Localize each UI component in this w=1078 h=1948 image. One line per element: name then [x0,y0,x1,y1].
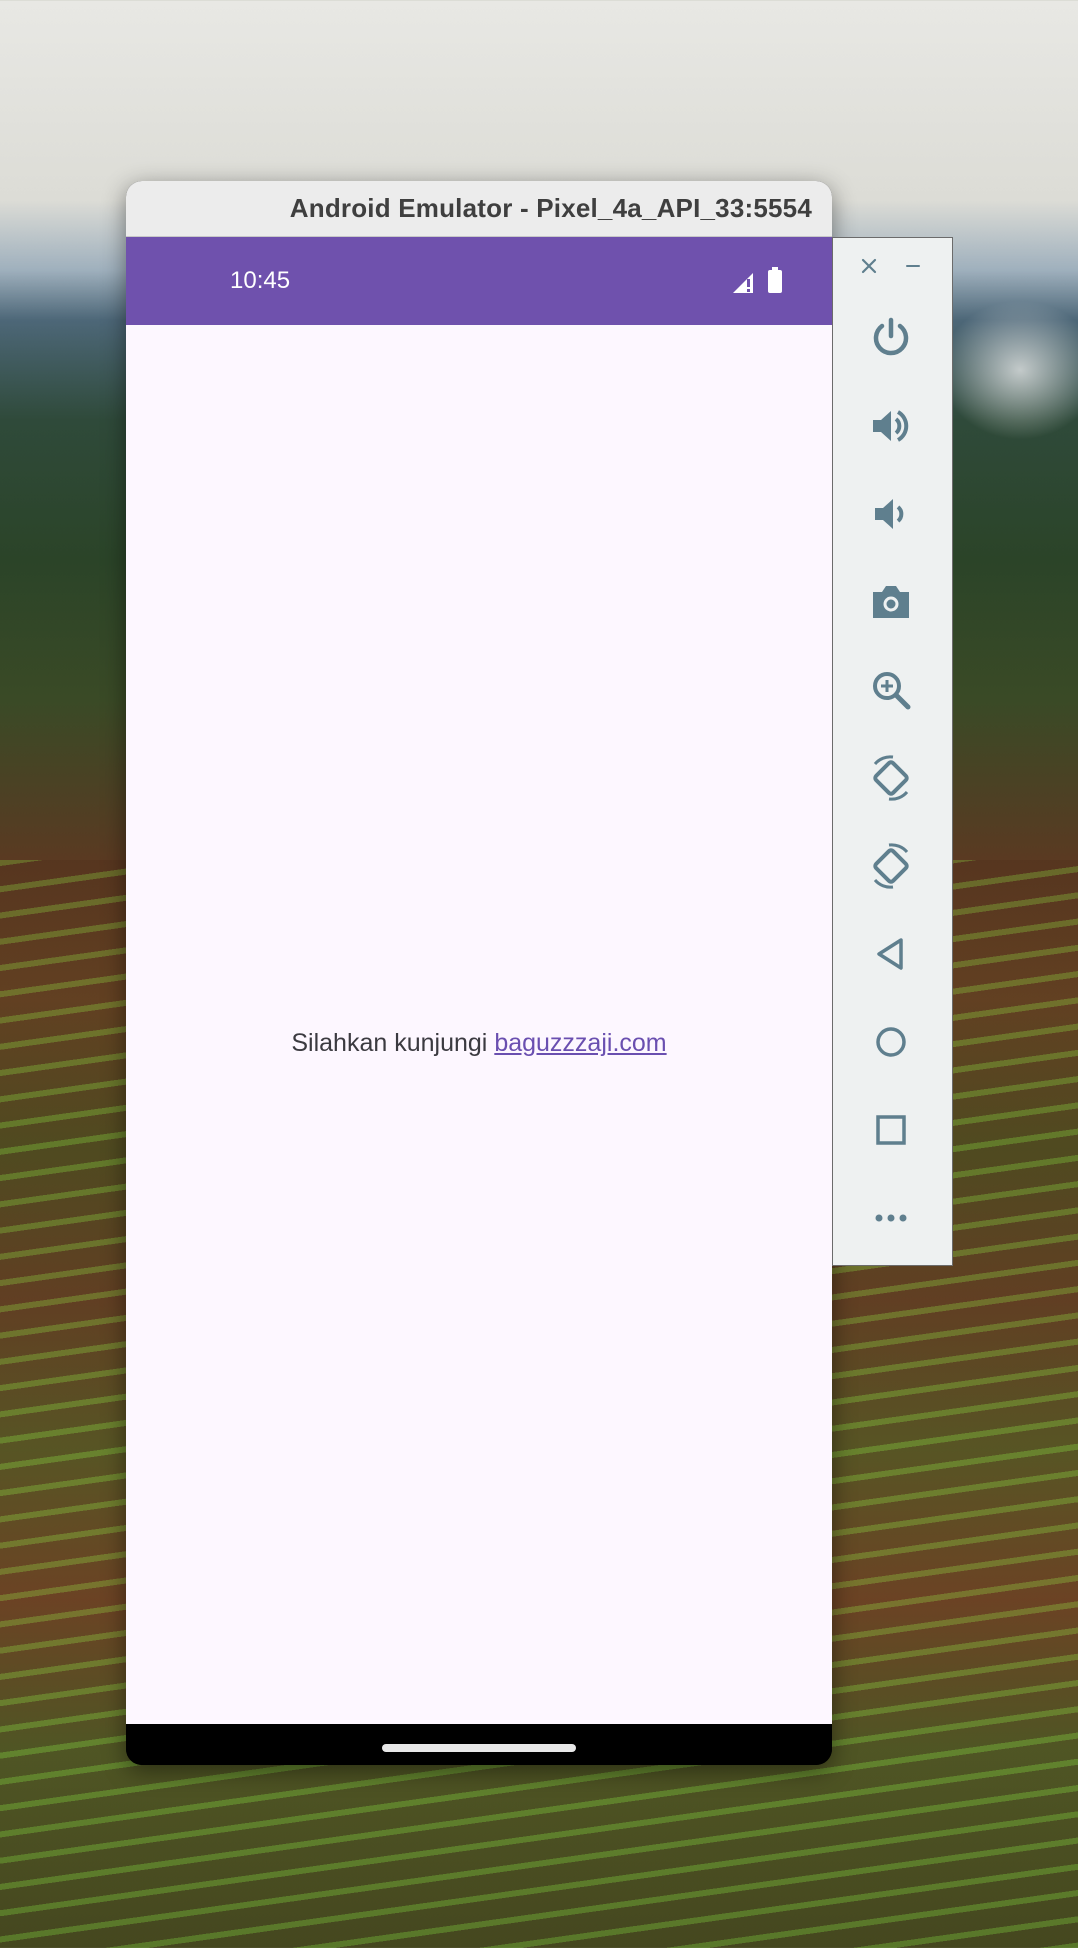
volume-down-icon [875,499,904,529]
more-icon [875,1214,907,1222]
overview-button[interactable] [859,1098,923,1162]
signal-icon [733,273,753,293]
home-gesture-handle[interactable] [382,1744,576,1752]
minimize-icon[interactable] [899,252,927,280]
gesture-nav-bar [126,1724,832,1765]
power-icon [873,317,909,356]
rotate-right-icon [873,843,909,889]
power-button[interactable] [859,306,923,370]
zoom-button[interactable] [859,658,923,722]
back-button[interactable] [859,922,923,986]
rotate-right-button[interactable] [859,834,923,898]
camera-icon [873,586,909,618]
battery-icon [768,267,782,293]
emulator-toolbar [832,237,953,1266]
volume-up-button[interactable] [859,394,923,458]
welcome-message: Silahkan kunjungi baguzzzaji.com [126,1027,832,1059]
desktop-wallpaper-cloud [940,300,1078,440]
back-icon [877,938,903,970]
volume-up-icon [873,410,909,442]
emulator-window: Android Emulator - Pixel_4a_API_33:5554 … [126,181,832,1765]
website-link[interactable]: baguzzzaji.com [494,1029,666,1057]
home-icon [876,1027,906,1057]
message-prefix: Silahkan kunjungi [291,1029,488,1057]
window-title: Android Emulator - Pixel_4a_API_33:5554 [289,193,812,223]
zoom-icon [873,672,911,710]
status-time: 10:45 [230,267,291,294]
rotate-left-button[interactable] [859,746,923,810]
home-button[interactable] [859,1010,923,1074]
rotate-left-icon [873,755,909,801]
android-status-bar: 10:45 [126,237,832,325]
close-icon[interactable] [855,252,883,280]
window-titlebar[interactable]: Android Emulator - Pixel_4a_API_33:5554 [126,181,832,237]
overview-icon [876,1115,906,1145]
screenshot-button[interactable] [859,570,923,634]
app-screen: Silahkan kunjungi baguzzzaji.com [126,325,832,1724]
more-button[interactable] [859,1186,923,1250]
volume-down-button[interactable] [859,482,923,546]
